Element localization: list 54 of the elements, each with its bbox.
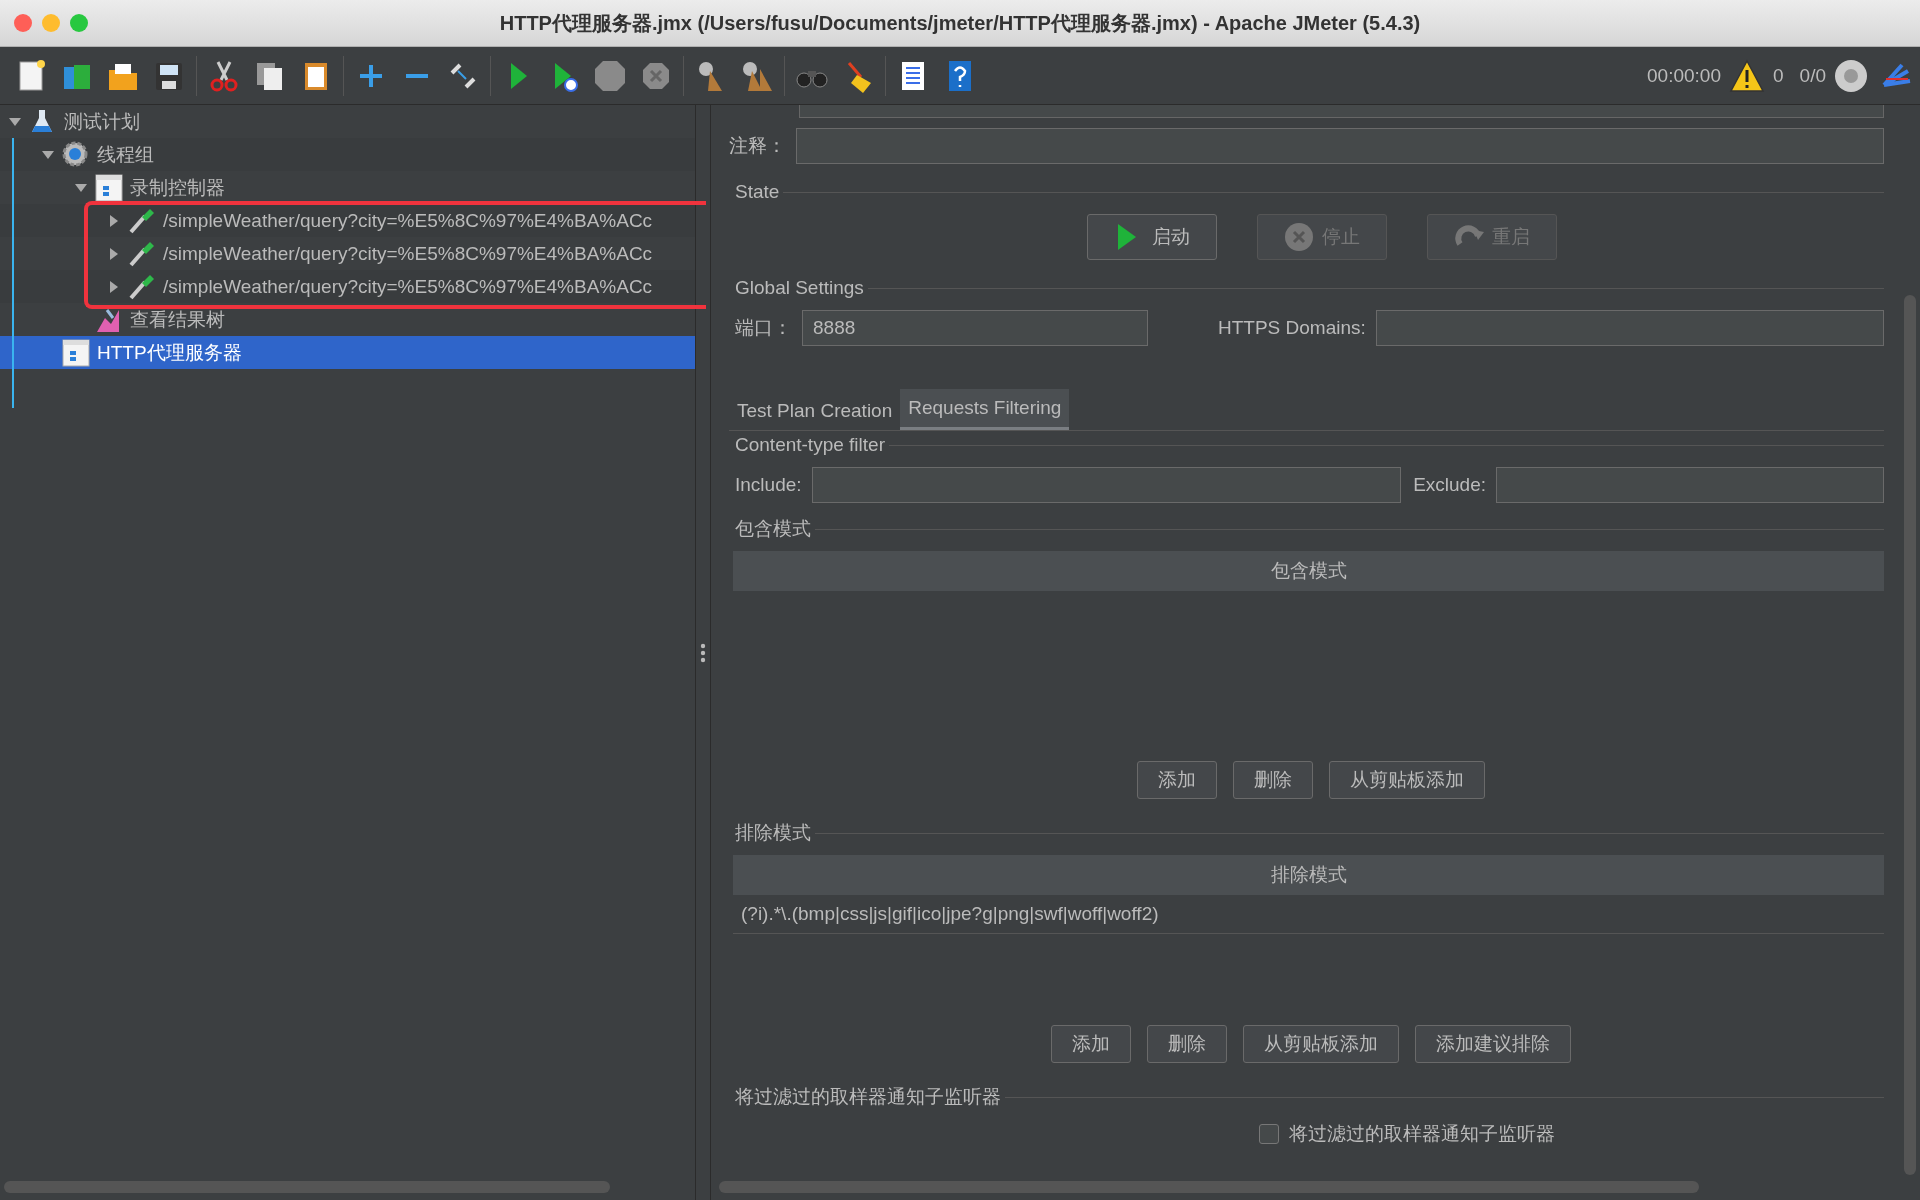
comments-field[interactable] [796,128,1884,164]
port-field[interactable]: 8888 [802,310,1148,346]
table-action-button[interactable]: 添加 [1050,1025,1131,1063]
include-label: Include: [735,474,802,496]
table-action-button[interactable]: 添加建议排除 [1414,1025,1571,1063]
table-action-button[interactable]: 从剪贴板添加 [1242,1025,1399,1063]
exclude-field[interactable] [1496,467,1884,503]
checkbox[interactable] [1258,1124,1279,1144]
table-action-button[interactable]: 添加 [1136,761,1217,799]
splitter-handle-icon [700,643,706,663]
tab[interactable]: Test Plan Creation [729,392,901,430]
tab[interactable]: Requests Filtering [900,389,1070,430]
tree-item[interactable]: 测试计划 [0,105,695,138]
panel-icon [62,338,90,367]
warning-icon [1729,58,1765,93]
gear-icon [62,140,90,169]
section-heading: Content-type filter [735,434,885,456]
comments-label: 注释： [729,134,786,158]
tree-item[interactable]: /simpleWeather/query?city=%E5%8C%97%E4%BA%ACc [0,237,695,270]
column-header: 包含模式 [733,551,1884,591]
tree-item[interactable]: HTTP代理服务器 [0,336,695,369]
tree-item[interactable]: 查看结果树 [0,303,695,336]
horizontal-scrollbar[interactable] [719,1181,1699,1193]
name-field[interactable] [799,105,1884,118]
horizontal-scrollbar[interactable] [4,1181,610,1193]
table-action-button[interactable]: 从剪贴板添加 [1328,761,1485,799]
state-button[interactable]: 启动 [1086,214,1217,260]
table-action-button[interactable]: 删除 [1146,1025,1227,1063]
vertical-scrollbar[interactable] [1904,295,1916,1175]
https-domains-label: HTTPS Domains: [1218,317,1366,339]
include-field[interactable] [811,467,1402,503]
port-label: 端口： [735,316,792,340]
circle-icon [1834,58,1868,93]
warning-count: 0 [1773,64,1784,87]
section-heading: State [735,181,780,203]
elapsed-time: 00:00:00 [1647,64,1721,87]
exclude-label: Exclude: [1413,474,1486,496]
pipette-icon [128,239,156,268]
section-heading: 排除模式 [735,821,811,845]
stop-icon [1283,222,1314,252]
window-title: HTTP代理服务器.jmx (/Users/fusu/Documents/jmeter/HTTP代理服务器.jmx) - Apache JMeter (5.4.3) [498,10,1422,36]
pipette-icon [128,206,156,235]
checkbox-label: 将过滤过的取样器通知子监听器 [1288,1122,1555,1146]
section-heading: Global Settings [735,277,864,299]
table-action-button[interactable]: 删除 [1232,761,1313,799]
section-heading: 包含模式 [735,517,811,541]
thread-count: 0/0 [1799,64,1826,87]
tree-item[interactable]: 录制控制器 [0,171,695,204]
https-domains-field[interactable] [1375,310,1884,346]
panel-icon [95,173,123,202]
section-heading: 将过滤过的取样器通知子监听器 [735,1085,1001,1109]
pipette-icon [128,272,156,301]
column-header: 排除模式 [733,855,1884,895]
table-cell[interactable]: (?i).*\.(bmp|css|js|gif|ico|jpe?g|png|swf|woff|woff2) [733,895,1884,934]
